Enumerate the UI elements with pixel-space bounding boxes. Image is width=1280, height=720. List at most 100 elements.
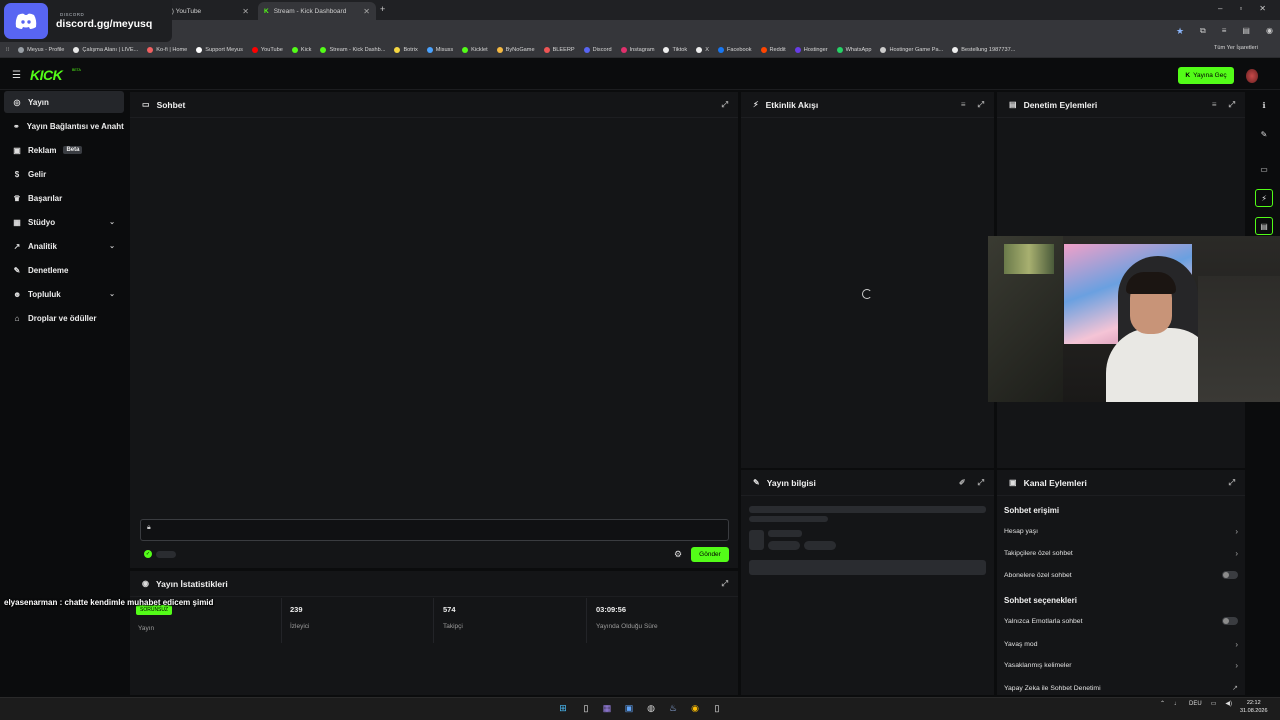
- bookmark-item[interactable]: Bestellung 1987737...: [952, 46, 1015, 53]
- bookmark-item[interactable]: Discord: [583, 46, 612, 53]
- sidebar-item-gelir[interactable]: $ Gelir: [4, 163, 124, 185]
- bookmark-item[interactable]: Hostinger Game Pa...: [880, 46, 943, 53]
- extensions-icon[interactable]: ⧉: [1200, 26, 1206, 36]
- bookmark-favicon-icon: [952, 46, 959, 53]
- bookmark-item[interactable]: WhatsApp: [836, 46, 871, 53]
- bookmark-item[interactable]: Reddit: [760, 46, 786, 53]
- tab-kick-dashboard[interactable]: K Stream - Kick Dashboard ✕: [258, 2, 376, 20]
- bookmark-item[interactable]: Ko-fi | Home: [147, 46, 187, 53]
- sidebar-item-basarilar[interactable]: ♛ Başarılar: [4, 187, 124, 209]
- bookmark-item[interactable]: Tiktok: [663, 46, 687, 53]
- slow-mode-row[interactable]: Yavaş mod ›: [1004, 640, 1238, 649]
- account-age-row[interactable]: Hesap yaşı ›: [1004, 527, 1238, 536]
- hamburger-menu-icon[interactable]: ☰: [12, 70, 21, 81]
- volume-icon[interactable]: ◀): [1225, 700, 1232, 707]
- channel-icon: ▣: [1009, 478, 1017, 487]
- star-icon[interactable]: ★: [1176, 26, 1184, 37]
- bookmark-item[interactable]: Misuss: [426, 46, 453, 53]
- expand-icon[interactable]: ⤢: [978, 478, 984, 488]
- sidebar-item-analitik[interactable]: ↗ Analitik ⌄: [4, 235, 124, 257]
- file-icon[interactable]: ▯: [579, 701, 593, 715]
- kick-logo[interactable]: KICK: [30, 67, 63, 83]
- go-live-button[interactable]: K Yayına Geç: [1178, 67, 1234, 84]
- all-bookmarks[interactable]: Tüm Yer İşaretleri: [1214, 45, 1258, 51]
- sidebar-item-studyo[interactable]: ▦ Stüdyo ⌄: [4, 211, 124, 233]
- gear-icon[interactable]: ⚙: [674, 549, 682, 560]
- emote-only-toggle[interactable]: [1222, 617, 1238, 625]
- expand-icon[interactable]: ⤢: [722, 100, 728, 110]
- bookmark-item[interactable]: Support Meyus: [196, 46, 243, 53]
- chat-input[interactable]: [140, 519, 729, 541]
- filter-icon[interactable]: ≡: [1212, 100, 1217, 110]
- network-icon[interactable]: ▭: [1211, 700, 1217, 707]
- row-label: Yavaş mod: [1004, 641, 1038, 648]
- bookmark-item[interactable]: ByNoGame: [496, 46, 535, 53]
- bookmark-item[interactable]: Facebook: [717, 46, 752, 53]
- chat-icon[interactable]: ▭: [1255, 160, 1273, 178]
- chat-status-icon[interactable]: ✓: [144, 550, 152, 558]
- bookmark-item[interactable]: X: [696, 46, 709, 53]
- bookmark-item[interactable]: Çalışma Alanı | LIVE...: [73, 46, 138, 53]
- filter-icon[interactable]: ≡: [961, 100, 966, 110]
- go-live-label: Yayına Geç: [1193, 72, 1227, 79]
- obs-icon[interactable]: ◍: [644, 701, 658, 715]
- stats-title: Yayın İstatistikleri: [155, 578, 228, 589]
- expand-icon[interactable]: ⤢: [722, 579, 728, 589]
- bookmark-label: Discord: [592, 46, 612, 53]
- window-app-icon[interactable]: ▣: [622, 701, 636, 715]
- bookmark-item[interactable]: Botrix: [394, 46, 418, 53]
- apps-icon[interactable]: ⁞⁞: [6, 47, 9, 53]
- profile-icon[interactable]: ◉: [1266, 26, 1273, 36]
- lightning-icon[interactable]: ⚡︎: [1255, 189, 1273, 207]
- sidebar-item-droplar[interactable]: ⌂ Droplar ve ödüller: [4, 307, 124, 329]
- chrome-icon[interactable]: ◉: [688, 701, 702, 715]
- microphone-icon[interactable]: ♩: [1174, 701, 1180, 707]
- avatar[interactable]: [1246, 69, 1258, 83]
- chevron-up-icon[interactable]: ⌃: [1160, 700, 1165, 707]
- steam-icon[interactable]: ♨: [666, 701, 680, 715]
- media-icon[interactable]: ≡: [1222, 26, 1227, 36]
- sidebar-item-reklam[interactable]: ▣ Reklam Beta: [4, 139, 124, 161]
- bookmark-item[interactable]: BLEERP: [543, 46, 575, 53]
- close-icon[interactable]: ✕: [242, 7, 249, 16]
- close-icon[interactable]: ✕: [363, 7, 370, 16]
- sidebar-item-topluluk[interactable]: ☻ Topluluk ⌄: [4, 283, 124, 305]
- sidebar-icon[interactable]: ▤: [1242, 26, 1250, 36]
- send-button[interactable]: Gönder: [691, 547, 729, 562]
- expand-icon[interactable]: ⤢: [1229, 478, 1235, 488]
- bookmark-item[interactable]: Kick: [291, 46, 311, 53]
- bookmark-item[interactable]: YouTube: [251, 46, 283, 53]
- windows-start-icon[interactable]: ⊞: [556, 701, 570, 715]
- sidebar-item-yayin[interactable]: ◎ Yayın: [4, 91, 124, 113]
- stat-value: 574: [443, 605, 456, 614]
- maximize-icon[interactable]: ▫: [1239, 4, 1242, 13]
- close-window-icon[interactable]: ✕: [1259, 4, 1266, 13]
- list-icon[interactable]: ▤: [1255, 217, 1273, 235]
- follower-only-row[interactable]: Takipçilere özel sohbet ›: [1004, 549, 1238, 558]
- edit-icon[interactable]: ✎: [1255, 125, 1273, 143]
- sidebar-item-stream-key[interactable]: ⚭ Yayın Bağlantısı ve Anahtar: [4, 115, 124, 137]
- expand-icon[interactable]: ⤢: [978, 100, 984, 110]
- skeleton-bar: [749, 560, 986, 575]
- edit-icon[interactable]: ✐: [959, 478, 966, 488]
- ai-moderation-row[interactable]: Yapay Zeka ile Sohbet Denetimi ↗: [1004, 683, 1238, 693]
- bookmark-favicon-icon: [583, 46, 590, 53]
- subscriber-only-toggle[interactable]: [1222, 571, 1238, 579]
- loading-spinner-icon: [862, 289, 872, 299]
- bookmark-item[interactable]: Stream - Kick Dashb...: [320, 46, 385, 53]
- expand-icon[interactable]: ⤢: [1229, 100, 1235, 110]
- bookmark-item[interactable]: Kicklet: [462, 46, 488, 53]
- banned-words-row[interactable]: Yasaklanmış kelimeler ›: [1004, 661, 1238, 670]
- document-icon[interactable]: ▯: [710, 701, 724, 715]
- bookmark-item[interactable]: Hostinger: [794, 46, 828, 53]
- minimize-icon[interactable]: –: [1218, 4, 1222, 13]
- sidebar-item-denetleme[interactable]: ✎ Denetleme: [4, 259, 124, 281]
- app-grid-icon[interactable]: ▦: [600, 701, 614, 715]
- taskbar-clock[interactable]: 22:12 31.08.2026: [1240, 699, 1268, 715]
- language-indicator[interactable]: DEU: [1189, 701, 1202, 707]
- bookmark-item[interactable]: Meyus - Profile: [18, 46, 64, 53]
- chat-identity-pill[interactable]: [156, 551, 176, 558]
- new-tab-button[interactable]: +: [380, 4, 385, 14]
- info-icon[interactable]: ℹ: [1255, 96, 1273, 114]
- bookmark-item[interactable]: Instagram: [620, 46, 654, 53]
